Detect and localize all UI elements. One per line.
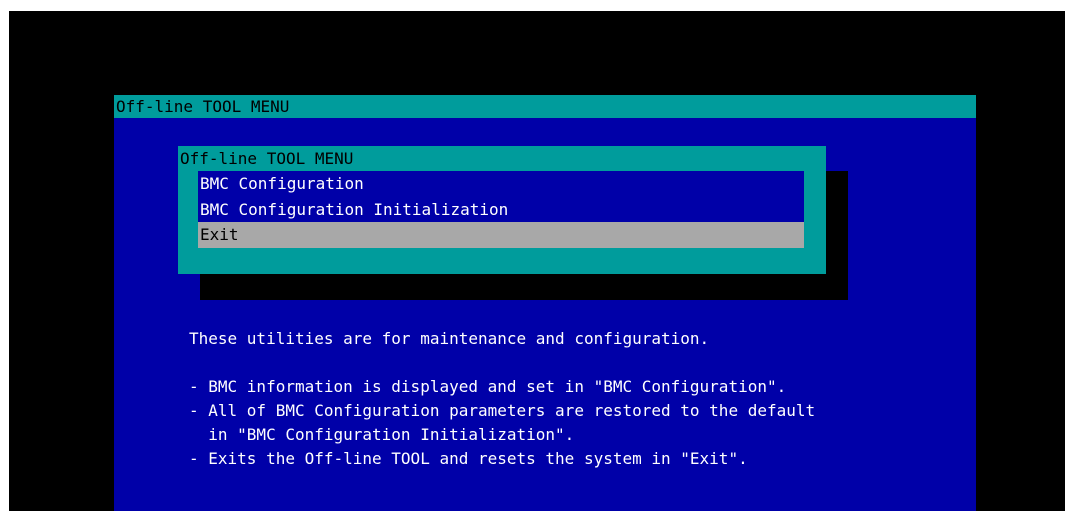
menu-item-exit[interactable]: Exit — [198, 222, 804, 248]
menu-dialog: Off-line TOOL MENU BMC Configuration BMC… — [178, 146, 826, 274]
description-line-bmc-config: - BMC information is displayed and set i… — [189, 377, 787, 396]
description-intro: These utilities are for maintenance and … — [189, 329, 710, 348]
description-line-exit: - Exits the Off-line TOOL and resets the… — [189, 449, 748, 468]
menu-list: BMC Configuration BMC Configuration Init… — [198, 171, 804, 248]
menu-item-bmc-configuration-initialization[interactable]: BMC Configuration Initialization — [198, 197, 804, 223]
description-line-init: - All of BMC Configuration parameters ar… — [189, 401, 816, 420]
description-line-init-cont: in "BMC Configuration Initialization". — [189, 425, 575, 444]
menu-title: Off-line TOOL MENU — [180, 149, 354, 168]
menu-item-bmc-configuration[interactable]: BMC Configuration — [198, 171, 804, 197]
window-title: Off-line TOOL MENU — [114, 95, 976, 118]
bios-screen: Off-line TOOL MENU Off-line TOOL MENU BM… — [9, 11, 1065, 511]
